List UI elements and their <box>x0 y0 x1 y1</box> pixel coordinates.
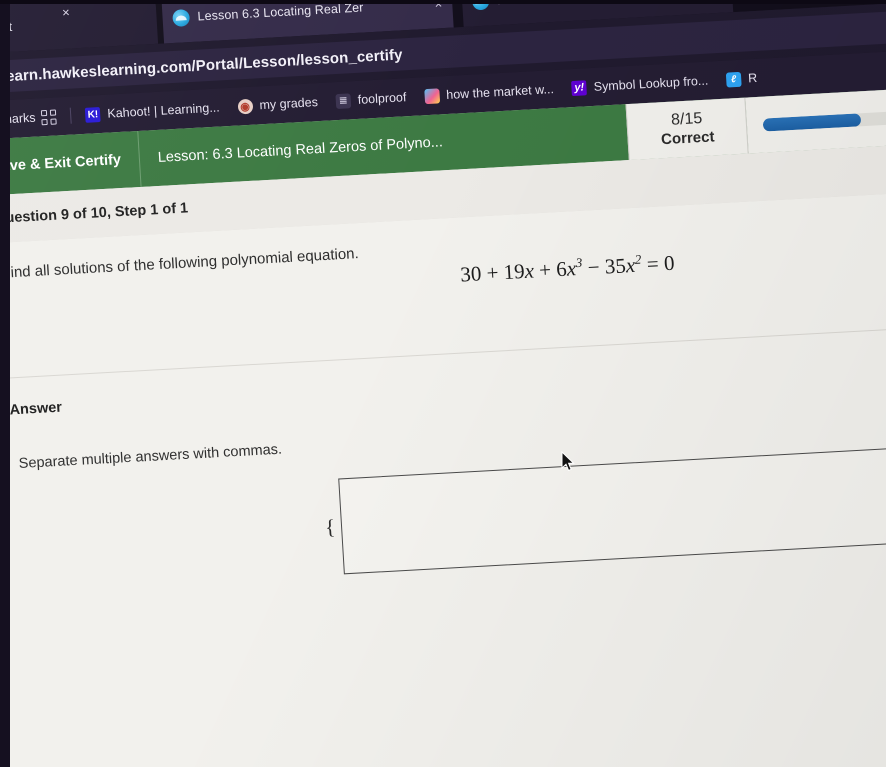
equation-term-3: − 35 <box>581 253 627 280</box>
bookmarks-divider <box>70 107 72 124</box>
tab-close-icon[interactable]: × <box>62 5 70 20</box>
bookmark-label: foolproof <box>357 90 407 107</box>
save-exit-label: Save & Exit Certify <box>0 152 122 176</box>
equation-term-1: 30 + 19 <box>459 258 526 287</box>
bookmark-kahoot[interactable]: K! Kahoot! | Learning... <box>85 100 221 123</box>
polynomial-equation: 30 + 19x + 6x3 − 35x2 = 0 <box>460 250 676 288</box>
bookmark-label: R <box>747 70 758 86</box>
foolproof-icon: ≣ <box>335 92 352 109</box>
score-fraction: 8/15 <box>670 110 703 129</box>
tab-title: ontent <box>0 12 147 36</box>
bookmark-how-the-market-works[interactable]: how the market w... <box>423 82 555 104</box>
score-badge: 8/15 Correct <box>625 97 749 161</box>
bookmark-my-grades[interactable]: ◉ my grades <box>237 95 318 114</box>
bookmark-label: my grades <box>259 95 319 113</box>
screen-bezel-top <box>0 0 886 4</box>
open-brace-icon: { <box>324 514 336 539</box>
bookmark-r[interactable]: ℓ R <box>725 70 758 88</box>
progress-fill <box>762 112 862 132</box>
answer-input[interactable] <box>338 447 886 575</box>
lesson-content: Find all solutions of the following poly… <box>0 189 886 767</box>
bookmark-symbol-lookup[interactable]: y! Symbol Lookup fro... <box>571 73 709 96</box>
answer-field-wrapper: { <box>322 447 886 575</box>
market-icon <box>423 87 440 104</box>
yahoo-icon: y! <box>571 79 588 96</box>
kahoot-icon: K! <box>85 106 101 123</box>
progress-track <box>762 108 886 132</box>
bookmark-foolproof[interactable]: ≣ foolproof <box>335 90 407 109</box>
answer-heading: Answer <box>9 399 63 419</box>
answer-hint: Separate multiple answers with commas. <box>18 441 283 473</box>
url-text: learn.hawkeslearning.com/Portal/Lesson/l… <box>1 45 403 85</box>
screen-photo: ontent × Lesson 6.3 Locating Real Zer × … <box>0 0 886 767</box>
blue-pen-icon: ℓ <box>725 71 742 88</box>
browser-window: ontent × Lesson 6.3 Locating Real Zer × … <box>0 0 886 767</box>
my-grades-icon: ◉ <box>237 98 254 114</box>
lesson-title: Lesson: 6.3 Locating Real Zeros of Polyn… <box>157 134 444 166</box>
score-label: Correct <box>660 127 715 148</box>
question-prompt: Find all solutions of the following poly… <box>0 245 360 282</box>
bookmark-label: Symbol Lookup fro... <box>593 73 709 94</box>
question-counter: Question 9 of 10, Step 1 of 1 <box>0 200 189 228</box>
bookmark-label: Kahoot! | Learning... <box>107 100 221 121</box>
screen-bezel-left <box>0 0 10 767</box>
apps-grid-icon[interactable] <box>41 108 57 125</box>
hawkes-favicon <box>172 8 191 27</box>
progress-bar-container <box>745 85 886 154</box>
equation-term-4: = 0 <box>640 250 676 277</box>
bookmark-label: how the market w... <box>445 82 555 103</box>
hawkes-lesson-page: ← Save & Exit Certify Lesson: 6.3 Locati… <box>0 85 886 767</box>
equation-term-2: + 6 <box>533 256 568 283</box>
